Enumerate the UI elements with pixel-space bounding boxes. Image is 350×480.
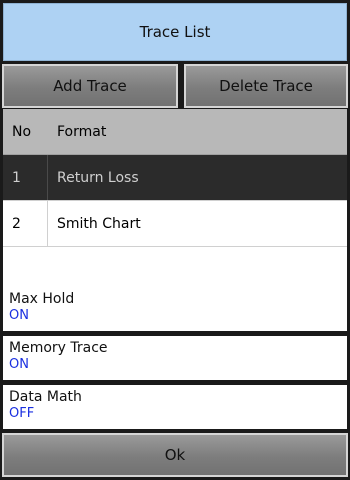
dialog-title: Trace List xyxy=(3,3,347,61)
trace-format: Return Loss xyxy=(57,169,139,186)
data-math-setting[interactable]: Data Math OFF xyxy=(3,385,347,429)
table-header: No Format xyxy=(3,109,347,155)
column-header-format: Format xyxy=(57,123,107,140)
table-row[interactable]: 1 Return Loss xyxy=(3,155,347,201)
empty-table-area xyxy=(3,247,347,292)
setting-value: OFF xyxy=(9,406,35,421)
max-hold-setting[interactable]: Max Hold ON xyxy=(3,287,347,331)
setting-label: Data Math xyxy=(9,389,82,405)
trace-list-dialog: Trace List Add Trace Delete Trace No For… xyxy=(0,0,350,480)
ok-button[interactable]: Ok xyxy=(2,433,348,477)
delete-trace-button[interactable]: Delete Trace xyxy=(184,64,348,108)
trace-format: Smith Chart xyxy=(57,215,141,232)
setting-value: ON xyxy=(9,357,29,372)
setting-label: Memory Trace xyxy=(9,340,108,356)
add-trace-button[interactable]: Add Trace xyxy=(2,64,178,108)
trace-number: 1 xyxy=(3,155,48,200)
trace-number: 2 xyxy=(3,201,48,246)
memory-trace-setting[interactable]: Memory Trace ON xyxy=(3,336,347,380)
trace-table: No Format 1 Return Loss 2 Smith Chart xyxy=(3,109,347,292)
setting-value: ON xyxy=(9,308,29,323)
setting-label: Max Hold xyxy=(9,291,75,307)
column-header-no: No xyxy=(12,123,32,140)
table-row[interactable]: 2 Smith Chart xyxy=(3,201,347,247)
